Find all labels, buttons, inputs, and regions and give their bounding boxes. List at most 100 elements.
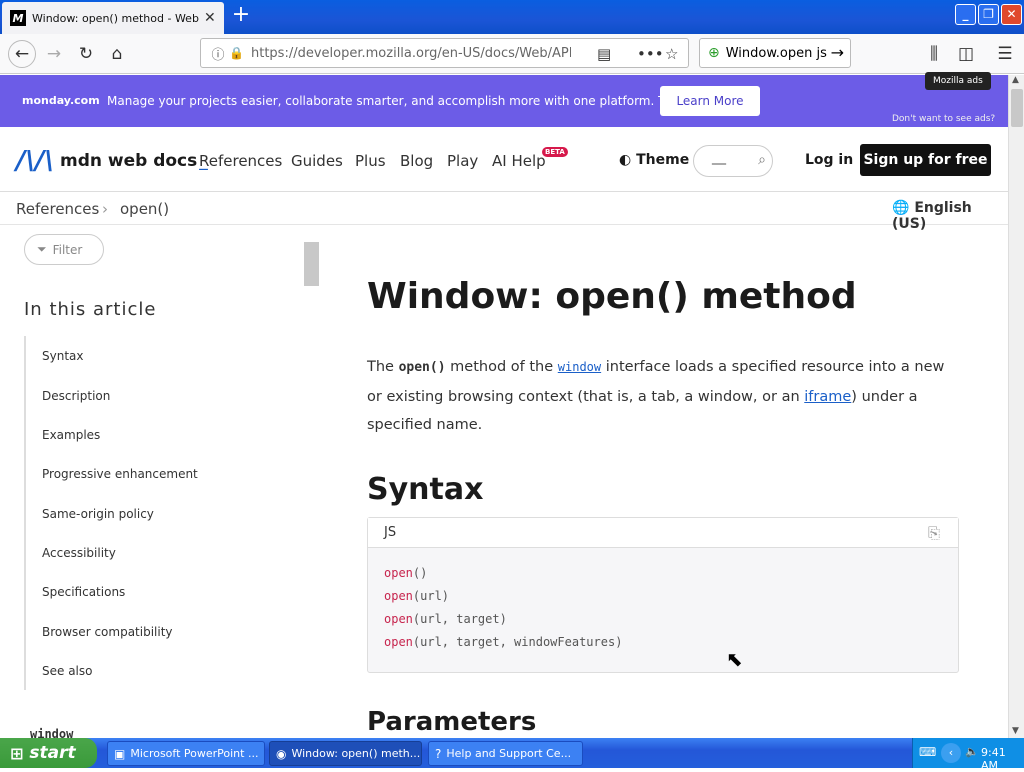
toc-item-specifications[interactable]: Specifications [42,585,125,599]
clock: 9:41 AM [981,746,1006,772]
breadcrumb-current[interactable]: open() [120,200,169,218]
search-engine-icon: ⊕ [708,45,720,61]
code-line: open(url, target) [384,612,507,626]
ad-brand-logo: monday.com [22,94,100,107]
system-tray: ⌨ ‹ 🔈 9:41 AM [912,738,1024,772]
reader-view-icon[interactable]: ▤ [597,45,611,63]
sidebar-toggle-icon[interactable]: ◫ [954,42,978,66]
sidebar-scrollbar[interactable] [304,242,319,286]
page-actions-icon[interactable]: ••• [637,45,664,63]
scroll-up-icon[interactable]: ▲ [1012,75,1019,85]
mdn-favicon-icon: M [10,10,26,26]
nav-play[interactable]: Play [447,152,478,170]
window-close-button[interactable]: ✕ [1001,4,1022,25]
ad-banner: monday.com Manage your projects easier, … [0,72,1008,127]
tray-expand-icon[interactable]: ‹ [941,743,961,763]
window-link[interactable]: window [558,360,601,374]
taskbar: ⊞ start ▣ Microsoft PowerPoint ... ◉ Window… [0,738,1024,772]
mdn-logo[interactable]: /\/\ mdn web docs _ [16,148,208,174]
ad-message[interactable]: Manage your projects easier, collaborate… [107,94,719,108]
breadcrumb-separator-icon: › [102,200,108,218]
url-bar[interactable]: ⓘ 🔒 https://developer.mozilla.org/en-US/… [200,38,689,68]
taskbar-item-label: Microsoft PowerPoint ... [130,747,259,760]
tab-bar: M Window: open() method - Web API ✕ + _ … [0,0,1024,34]
language-switcher[interactable]: 🌐 English (US) [892,200,1008,232]
keyboard-icon[interactable]: ⌨ [919,745,936,759]
code-fn: open [384,589,413,603]
start-label: start [29,743,76,763]
mouse-cursor-icon: ⬉ [726,647,743,671]
nav-guides[interactable]: Guides [291,152,343,170]
site-header: /\/\ mdn web docs _ References Guides Pl… [0,128,1008,192]
toc-item-accessibility[interactable]: Accessibility [42,546,116,560]
toc-item-description[interactable]: Description [42,389,110,403]
browser-tab-active[interactable]: M Window: open() method - Web API ✕ [2,2,224,34]
toc-item-same-origin-policy[interactable]: Same-origin policy [42,507,154,521]
breadcrumb: References › open() 🌐 English (US) [0,193,1008,232]
scroll-down-icon[interactable]: ▼ [1012,726,1019,736]
volume-icon[interactable]: 🔈 [965,745,979,758]
intro-paragraph: The open() method of the window interfac… [367,353,959,440]
code-language: JS [384,525,397,540]
filter-placeholder: Filter [52,242,83,257]
taskbar-item-firefox[interactable]: ◉ Window: open() meth... [269,741,422,766]
taskbar-item-powerpoint[interactable]: ▣ Microsoft PowerPoint ... [107,741,265,766]
code-args: (url, target) [412,612,507,626]
start-button[interactable]: ⊞ start [0,738,97,768]
forward-button[interactable]: → [42,42,66,66]
mdn-m-icon: /\/\ [16,146,54,176]
bookmark-star-icon[interactable]: ☆ [665,45,678,63]
site-search-input[interactable]: __ ⌕ [693,145,773,177]
nav-plus[interactable]: Plus [355,152,386,170]
url-text[interactable]: https://developer.mozilla.org/en-US/docs… [251,46,571,61]
page-title: Window: open() method [367,276,857,317]
iframe-link[interactable]: iframe [804,389,851,405]
code-header: JS ⎘ [368,518,958,548]
help-icon: ? [435,746,442,761]
window-minimize-button[interactable]: _ [955,4,976,25]
search-icon: ⌕ [758,152,766,168]
lock-icon: 🔒 [229,46,244,60]
copy-clipboard-icon[interactable]: ⎘ [928,524,940,542]
breadcrumb-references[interactable]: References [16,200,99,218]
new-tab-button[interactable]: + [229,4,253,28]
toc-item-browser-compatibility[interactable]: Browser compatibility [42,625,173,639]
library-icon[interactable]: ⫼ [922,42,946,66]
taskbar-item-label: Help and Support Ce... [446,747,572,760]
nav-blog[interactable]: Blog [400,152,433,170]
ad-learn-more-button[interactable]: Learn More [660,86,760,116]
nav-references[interactable]: References [199,152,282,170]
browser-window: M Window: open() method - Web API ✕ + _ … [0,0,1024,741]
toc-item-syntax[interactable]: Syntax [42,349,83,363]
window-restore-button[interactable]: ❐ [978,4,999,25]
search-go-icon[interactable]: → [831,43,844,62]
code-args: () [412,566,428,580]
toc-item-examples[interactable]: Examples [42,428,100,442]
back-button[interactable]: ← [8,40,36,68]
parameters-heading: Parameters [367,707,537,737]
nav-ai-help[interactable]: AI Help [492,152,546,170]
taskbar-item-help[interactable]: ? Help and Support Ce... [428,741,583,766]
menu-icon[interactable]: ☰ [993,42,1017,66]
sidebar-filter-input[interactable]: ⏷ Filter [24,234,104,265]
powerpoint-icon: ▣ [114,746,126,761]
code-fn: open [384,612,413,626]
toc-item-see-also[interactable]: See also [42,664,92,678]
tab-close-icon[interactable]: ✕ [204,10,216,26]
page-scrollbar[interactable]: ▲ ▼ [1008,75,1024,738]
search-text[interactable]: Window.open js [726,46,827,61]
code-block: JS ⎘ open() open(url) open(url, target) … [367,517,959,673]
theme-toggle[interactable]: ◐ Theme [619,152,689,168]
intro-text-2: method of the [445,359,558,375]
scrollbar-thumb[interactable] [1011,89,1023,127]
search-box[interactable]: ⊕ Window.open js → [699,38,851,68]
firefox-icon: ◉ [276,746,287,761]
login-link[interactable]: Log in [805,152,853,168]
home-button[interactable]: ⌂ [105,42,129,66]
theme-label: Theme [636,152,690,168]
site-info-icon[interactable]: ⓘ [207,44,229,63]
signup-button[interactable]: Sign up for free [860,144,991,176]
toc-item-progressive-enhancement[interactable]: Progressive enhancement [42,467,198,481]
reload-button[interactable]: ↻ [74,42,98,66]
ad-dismiss-link[interactable]: Don't want to see ads? [892,114,995,124]
